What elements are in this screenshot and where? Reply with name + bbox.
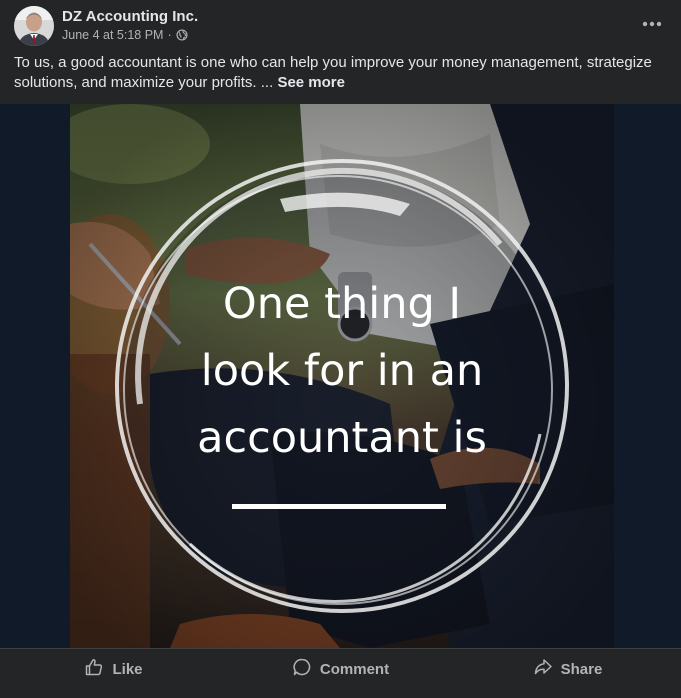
- share-button[interactable]: Share: [454, 649, 681, 689]
- comment-bubble-icon: [292, 657, 312, 681]
- facebook-post: DZ Accounting Inc. June 4 at 5:18 PM · T…: [0, 0, 681, 698]
- like-label: Like: [112, 660, 143, 678]
- image-text-line-1: One thing I: [223, 279, 461, 329]
- share-arrow-icon: [533, 657, 553, 681]
- post-header: DZ Accounting Inc. June 4 at 5:18 PM ·: [14, 6, 674, 46]
- comment-label: Comment: [319, 660, 390, 678]
- globe-icon[interactable]: [176, 29, 188, 41]
- post-timestamp[interactable]: June 4 at 5:18 PM: [62, 28, 163, 42]
- post-meta: June 4 at 5:18 PM ·: [62, 28, 188, 42]
- author-avatar[interactable]: [14, 6, 54, 46]
- image-text-line-2: look for in an: [201, 346, 483, 396]
- author-name[interactable]: DZ Accounting Inc.: [62, 8, 198, 25]
- share-label: Share: [560, 660, 603, 678]
- more-options-icon[interactable]: [638, 10, 666, 38]
- post-media[interactable]: One thing I look for in an accountant is: [0, 104, 681, 648]
- thumbs-up-icon: [84, 657, 104, 681]
- like-button[interactable]: Like: [0, 649, 227, 689]
- meta-separator: ·: [167, 28, 172, 42]
- image-text-line-3: accountant is: [197, 413, 487, 463]
- post-caption: To us, a good accountant is one who can …: [14, 53, 664, 93]
- post-image[interactable]: One thing I look for in an accountant is: [70, 104, 614, 648]
- see-more-link[interactable]: See more: [277, 74, 345, 91]
- comment-button[interactable]: Comment: [227, 649, 454, 689]
- post-actions-bar: Like Comment Share: [0, 648, 681, 689]
